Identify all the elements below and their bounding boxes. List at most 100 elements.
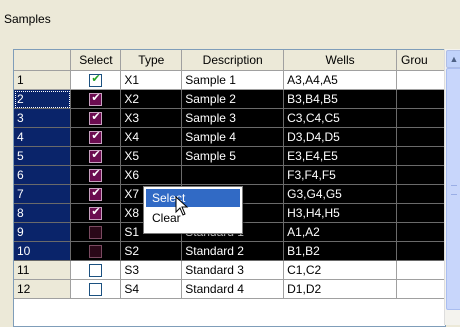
group-cell[interactable] [396, 241, 445, 261]
table-row[interactable]: 10 S2 Standard 2 B1,B2 [14, 241, 445, 261]
group-cell[interactable] [396, 127, 445, 147]
group-cell[interactable] [396, 108, 445, 128]
description-cell[interactable]: Sample 4 [181, 127, 285, 147]
table-row[interactable]: 3 ✔ X3 Sample 3 C3,C4,C5 [14, 108, 445, 128]
select-checkbox-cell[interactable]: ✔ [70, 203, 122, 223]
select-checkbox-cell[interactable] [70, 241, 122, 261]
row-number[interactable]: 6 [14, 165, 72, 185]
description-cell[interactable] [181, 165, 285, 185]
row-number[interactable]: 2 [14, 89, 72, 109]
row-number[interactable]: 8 [14, 203, 72, 223]
wells-cell[interactable]: D1,D2 [283, 279, 397, 299]
type-cell[interactable]: X4 [120, 127, 183, 147]
select-checkbox[interactable]: ✔ [89, 73, 103, 88]
description-cell[interactable]: Sample 5 [181, 146, 285, 166]
wells-cell[interactable]: C3,C4,C5 [283, 108, 397, 128]
corner-header[interactable] [14, 50, 72, 71]
group-cell[interactable] [396, 89, 445, 109]
table-row[interactable]: 2 ✔ X2 Sample 2 B3,B4,B5 [14, 89, 445, 109]
select-checkbox[interactable]: ✔ [89, 111, 103, 126]
checkmark-icon: ✔ [91, 73, 101, 86]
row-number[interactable]: 10 [14, 241, 72, 261]
description-cell[interactable]: Sample 3 [181, 108, 285, 128]
description-cell[interactable]: Standard 3 [181, 260, 285, 280]
type-cell[interactable]: S4 [120, 279, 183, 299]
table-row[interactable]: 6 ✔ X6 F3,F4,F5 [14, 165, 445, 185]
select-checkbox-cell[interactable]: ✔ [70, 108, 122, 128]
wells-cell[interactable]: D3,D4,D5 [283, 127, 397, 147]
row-number[interactable]: 9 [14, 222, 72, 242]
table-row[interactable]: 4 ✔ X4 Sample 4 D3,D4,D5 [14, 127, 445, 147]
wells-cell[interactable]: G3,G4,G5 [283, 184, 397, 204]
wells-cell[interactable]: F3,F4,F5 [283, 165, 397, 185]
table-row[interactable]: 1 ✔ X1 Sample 1 A3,A4,A5 [14, 70, 445, 90]
column-header-description[interactable]: Description [181, 50, 285, 71]
select-checkbox[interactable] [89, 283, 103, 297]
select-checkbox[interactable]: ✔ [89, 168, 103, 183]
row-number[interactable]: 11 [14, 260, 72, 280]
row-number[interactable]: 5 [14, 146, 72, 166]
type-cell[interactable]: X6 [120, 165, 183, 185]
description-cell[interactable]: Standard 4 [181, 279, 285, 299]
group-cell[interactable] [396, 222, 445, 242]
type-cell[interactable]: S2 [120, 241, 183, 261]
row-number[interactable]: 7 [14, 184, 72, 204]
select-checkbox[interactable] [89, 226, 103, 240]
wells-cell[interactable]: B3,B4,B5 [283, 89, 397, 109]
table-row[interactable]: 5 ✔ X5 Sample 5 E3,E4,E5 [14, 146, 445, 166]
context-menu-clear[interactable]: Clear [146, 209, 240, 227]
select-checkbox-cell[interactable]: ✔ [70, 184, 122, 204]
select-checkbox[interactable] [89, 245, 103, 259]
wells-cell[interactable]: A3,A4,A5 [283, 70, 397, 90]
select-checkbox-cell[interactable] [70, 260, 122, 280]
table-row[interactable]: 12 S4 Standard 4 D1,D2 [14, 279, 445, 299]
select-checkbox-cell[interactable]: ✔ [70, 146, 122, 166]
description-cell[interactable]: Sample 2 [181, 89, 285, 109]
select-checkbox[interactable]: ✔ [89, 149, 103, 164]
table-row[interactable]: 11 S3 Standard 3 C1,C2 [14, 260, 445, 280]
select-checkbox-cell[interactable]: ✔ [70, 89, 122, 109]
wells-cell[interactable]: H3,H4,H5 [283, 203, 397, 223]
type-cell[interactable]: X3 [120, 108, 183, 128]
column-header-type[interactable]: Type [120, 50, 183, 71]
row-number[interactable]: 12 [14, 279, 72, 299]
select-checkbox-cell[interactable] [70, 222, 122, 242]
select-checkbox-cell[interactable]: ✔ [70, 165, 122, 185]
group-cell[interactable] [396, 184, 445, 204]
group-cell[interactable] [396, 146, 445, 166]
row-number[interactable]: 3 [14, 108, 72, 128]
type-cell[interactable]: X2 [120, 89, 183, 109]
column-header-select[interactable]: Select [70, 50, 122, 71]
select-checkbox[interactable] [89, 264, 103, 278]
type-cell[interactable]: S3 [120, 260, 183, 280]
wells-cell[interactable]: B1,B2 [283, 241, 397, 261]
select-checkbox-cell[interactable]: ✔ [70, 70, 122, 90]
wells-cell[interactable]: A1,A2 [283, 222, 397, 242]
group-cell[interactable] [396, 70, 445, 90]
group-cell[interactable] [396, 203, 445, 223]
group-cell[interactable] [396, 165, 445, 185]
group-cell[interactable] [396, 260, 445, 280]
vertical-scrollbar[interactable]: ▲ [444, 49, 460, 325]
context-menu-select[interactable]: Select [146, 189, 240, 207]
select-checkbox-cell[interactable] [70, 279, 122, 299]
row-number[interactable]: 1 [14, 70, 72, 90]
select-checkbox-cell[interactable]: ✔ [70, 127, 122, 147]
wells-cell[interactable]: C1,C2 [283, 260, 397, 280]
scrollbar-thumb[interactable] [446, 68, 460, 310]
column-header-wells[interactable]: Wells [283, 50, 397, 71]
select-checkbox[interactable]: ✔ [89, 92, 103, 107]
description-cell[interactable]: Standard 2 [181, 241, 285, 261]
checkmark-icon: ✔ [91, 111, 101, 124]
select-checkbox[interactable]: ✔ [89, 130, 103, 145]
type-cell[interactable]: X5 [120, 146, 183, 166]
select-checkbox[interactable]: ✔ [89, 206, 103, 221]
type-cell[interactable]: X1 [120, 70, 183, 90]
description-cell[interactable]: Sample 1 [181, 70, 285, 90]
row-number[interactable]: 4 [14, 127, 72, 147]
column-header-group[interactable]: Grou [396, 50, 445, 71]
select-checkbox[interactable]: ✔ [89, 187, 103, 202]
scroll-up-arrow-icon[interactable]: ▲ [446, 50, 460, 68]
wells-cell[interactable]: E3,E4,E5 [283, 146, 397, 166]
group-cell[interactable] [396, 279, 445, 299]
